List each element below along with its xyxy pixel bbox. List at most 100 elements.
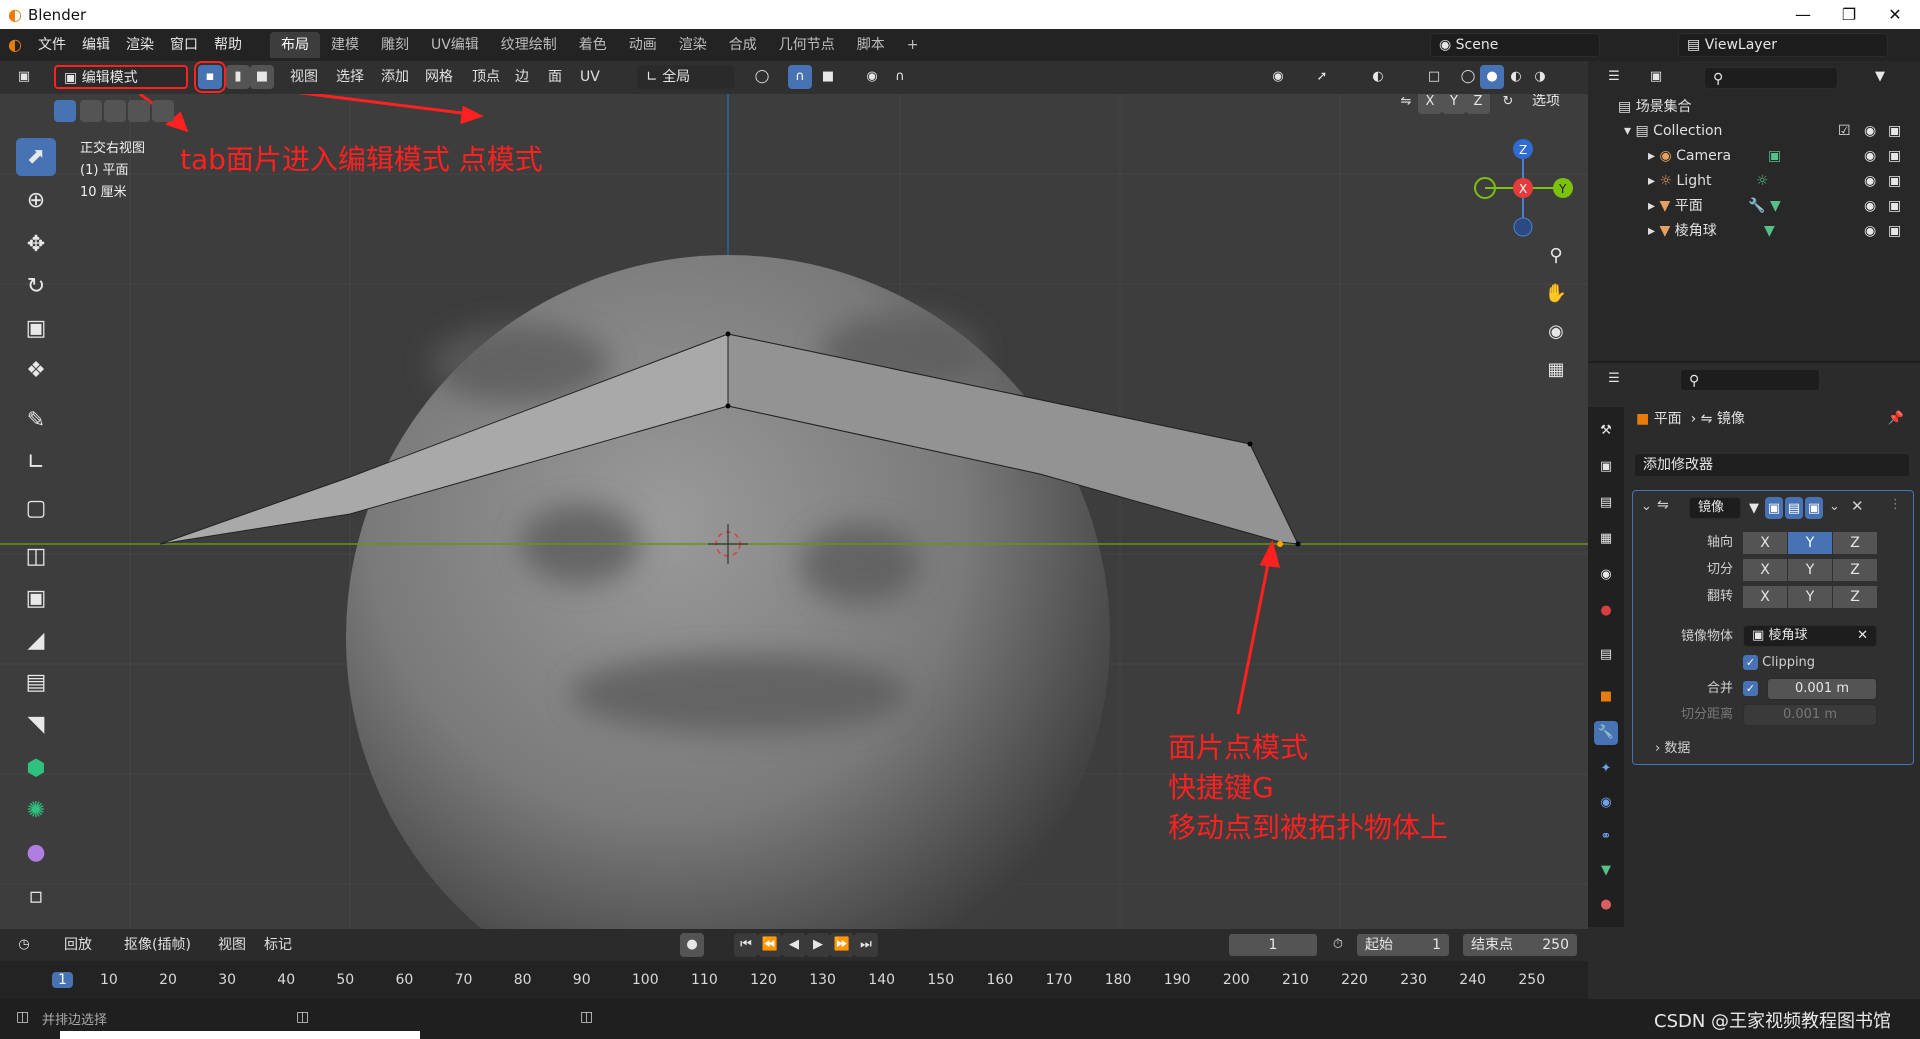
bisect-z-toggle[interactable]: Z [1833, 559, 1877, 581]
loop-cut-tool-icon[interactable]: ▤ [16, 664, 56, 702]
data-tab-icon[interactable]: ▼ [1594, 859, 1618, 883]
material-shading-icon[interactable]: ◐ [1504, 65, 1528, 89]
particles-tab-icon[interactable]: ✦ [1594, 757, 1618, 781]
data-subpanel[interactable]: › 数据 [1655, 737, 1690, 761]
wireframe-shading-icon[interactable]: ◯ [1456, 65, 1480, 89]
bisect-y-toggle[interactable]: Y [1788, 559, 1832, 581]
knife-tool-icon[interactable]: ◥ [16, 706, 56, 744]
menu-select[interactable]: 选择 [336, 65, 364, 90]
xray-icon[interactable]: □ [1422, 65, 1446, 89]
menu-view[interactable]: 视图 [290, 65, 318, 90]
transform-tool-icon[interactable]: ❖ [16, 352, 56, 390]
inset-tool-icon[interactable]: ▣ [16, 580, 56, 618]
mesh-data-icon[interactable]: ▼ [1764, 219, 1775, 243]
pan-hand-icon[interactable]: ✋ [1544, 282, 1568, 306]
perspective-grid-icon[interactable]: ▦ [1544, 358, 1568, 382]
view-layer-tab-icon[interactable]: ▦ [1594, 527, 1618, 551]
tab-geometry-nodes[interactable]: 几何节点 [768, 32, 846, 58]
mirror-object-field[interactable]: ▣ 棱角球 ✕ [1743, 625, 1877, 647]
outliner-item-light[interactable]: ▸ ☼ Light ☼ ◉ ▣ [1588, 169, 1920, 193]
menu-edge[interactable]: 边 [515, 65, 529, 90]
menu-timeline-view[interactable]: 视图 [218, 933, 246, 958]
smooth-tool-icon[interactable]: ● [16, 834, 56, 872]
mesh-data-icon[interactable]: ▼ [1770, 194, 1781, 218]
collection-row[interactable]: ▾ ▤ Collection ☑ ◉ ▣ [1588, 119, 1920, 143]
proportional-edit-icon[interactable]: ◉ [860, 65, 884, 89]
zoom-icon[interactable]: ⚲ [1544, 244, 1568, 268]
tab-shading[interactable]: 着色 [568, 32, 618, 58]
measure-tool-icon[interactable]: ∟ [16, 444, 56, 482]
bevel-tool-icon[interactable]: ◢ [16, 622, 56, 660]
rendered-shading-icon[interactable]: ◑ [1528, 65, 1552, 89]
snap-target-icon[interactable]: ■ [816, 65, 840, 89]
outliner-editor-icon[interactable]: ☰ [1602, 65, 1626, 89]
pin-icon[interactable]: 📌 [1884, 407, 1908, 431]
vertex[interactable] [1295, 541, 1301, 547]
clipping-checkbox[interactable]: ✓ [1743, 655, 1758, 670]
mode-selector[interactable]: ▣ 编辑模式 [54, 65, 188, 89]
tab-rendering[interactable]: 渲染 [668, 32, 718, 58]
expand-icon[interactable]: ▸ [1648, 173, 1655, 189]
select-invert-icon[interactable] [128, 100, 150, 122]
scene-tab-icon[interactable]: ◉ [1594, 563, 1618, 587]
add-workspace-button[interactable]: + [896, 32, 930, 58]
axis-z-button[interactable]: Z [1466, 94, 1490, 114]
collection-tab-icon[interactable]: ▤ [1594, 643, 1618, 667]
vertex[interactable] [725, 403, 731, 409]
display-mode-icon[interactable]: ▣ [1644, 65, 1668, 89]
spin-tool-icon[interactable]: ✺ [16, 792, 56, 830]
mirror-icon[interactable]: ⇋ [1394, 94, 1418, 114]
edit-mode-icon[interactable]: ▣ [1765, 497, 1783, 519]
eye-icon[interactable]: ◉ [1864, 119, 1876, 143]
axis-x-toggle[interactable]: X [1743, 532, 1787, 554]
axis-z-toggle[interactable]: Z [1833, 532, 1877, 554]
select-subtract-icon[interactable] [104, 100, 126, 122]
tab-uv-editing[interactable]: UV编辑 [420, 32, 490, 58]
light-data-icon[interactable]: ☼ [1756, 169, 1769, 193]
menu-help[interactable]: 帮助 [206, 29, 250, 61]
maximize-button[interactable]: ❐ [1826, 0, 1872, 29]
material-tab-icon[interactable]: ● [1594, 893, 1618, 917]
dropdown-icon[interactable]: ⌄ [1829, 499, 1840, 514]
move-tool-icon[interactable]: ✥ [16, 226, 56, 264]
menu-marker[interactable]: 标记 [264, 933, 292, 958]
camera-render-icon[interactable]: ▣ [1888, 194, 1901, 218]
vertex[interactable] [1247, 441, 1253, 447]
3d-viewport[interactable]: Z X Y 正交右视图 (1) 平面 10 厘米 ⇋ X Y Z ↻ 选项 ⚲ … [0, 94, 1588, 929]
view-layer-selector[interactable]: ▤ ViewLayer [1678, 33, 1888, 57]
add-modifier-dropdown[interactable]: 添加修改器 [1634, 453, 1910, 477]
flip-x-toggle[interactable]: X [1743, 586, 1787, 608]
play-reverse-icon[interactable]: ◀ [782, 933, 806, 957]
axis-y-button[interactable]: Y [1442, 94, 1466, 114]
world-tab-icon[interactable]: ● [1594, 599, 1618, 623]
flip-y-toggle[interactable]: Y [1788, 586, 1832, 608]
menu-face[interactable]: 面 [548, 65, 562, 90]
editor-type-icon[interactable]: ▣ [12, 65, 36, 89]
visibility-icon[interactable]: ◉ [1266, 65, 1290, 89]
eye-icon[interactable]: ◉ [1864, 219, 1876, 243]
options-dropdown[interactable]: 选项 [1524, 94, 1584, 114]
tab-compositing[interactable]: 合成 [718, 32, 768, 58]
transform-orientation[interactable]: ∟ 全局 [637, 65, 735, 89]
close-button[interactable]: ✕ [1872, 0, 1918, 29]
minimize-button[interactable]: — [1780, 0, 1826, 29]
timeline-editor-icon[interactable]: ◷ [12, 933, 36, 957]
cursor-tool-icon[interactable]: ⊕ [16, 182, 56, 220]
edit-mode-cage-icon[interactable]: ▼ [1745, 497, 1763, 519]
wrench-icon[interactable]: 🔧 [1748, 194, 1765, 218]
output-tab-icon[interactable]: ▤ [1594, 491, 1618, 515]
filter-icon[interactable]: ▼ [1868, 65, 1892, 89]
tab-animation[interactable]: 动画 [618, 32, 668, 58]
annotate-tool-icon[interactable]: ✎ [16, 402, 56, 440]
outliner-search[interactable]: ⚲ [1704, 67, 1838, 89]
menu-mesh[interactable]: 网格 [425, 65, 453, 90]
camera-render-icon[interactable]: ▣ [1888, 219, 1901, 243]
menu-render[interactable]: 渲染 [118, 29, 162, 61]
object-tab-icon[interactable]: ■ [1594, 685, 1618, 709]
axis-y-toggle[interactable]: Y [1788, 532, 1832, 554]
select-extend-icon[interactable] [80, 100, 102, 122]
gizmo-icon[interactable]: ➚ [1310, 65, 1334, 89]
clipping-row[interactable]: ✓ Clipping [1743, 651, 1815, 675]
stopwatch-icon[interactable]: ⏱ [1326, 933, 1350, 957]
face-select-icon[interactable]: ■ [250, 65, 274, 89]
